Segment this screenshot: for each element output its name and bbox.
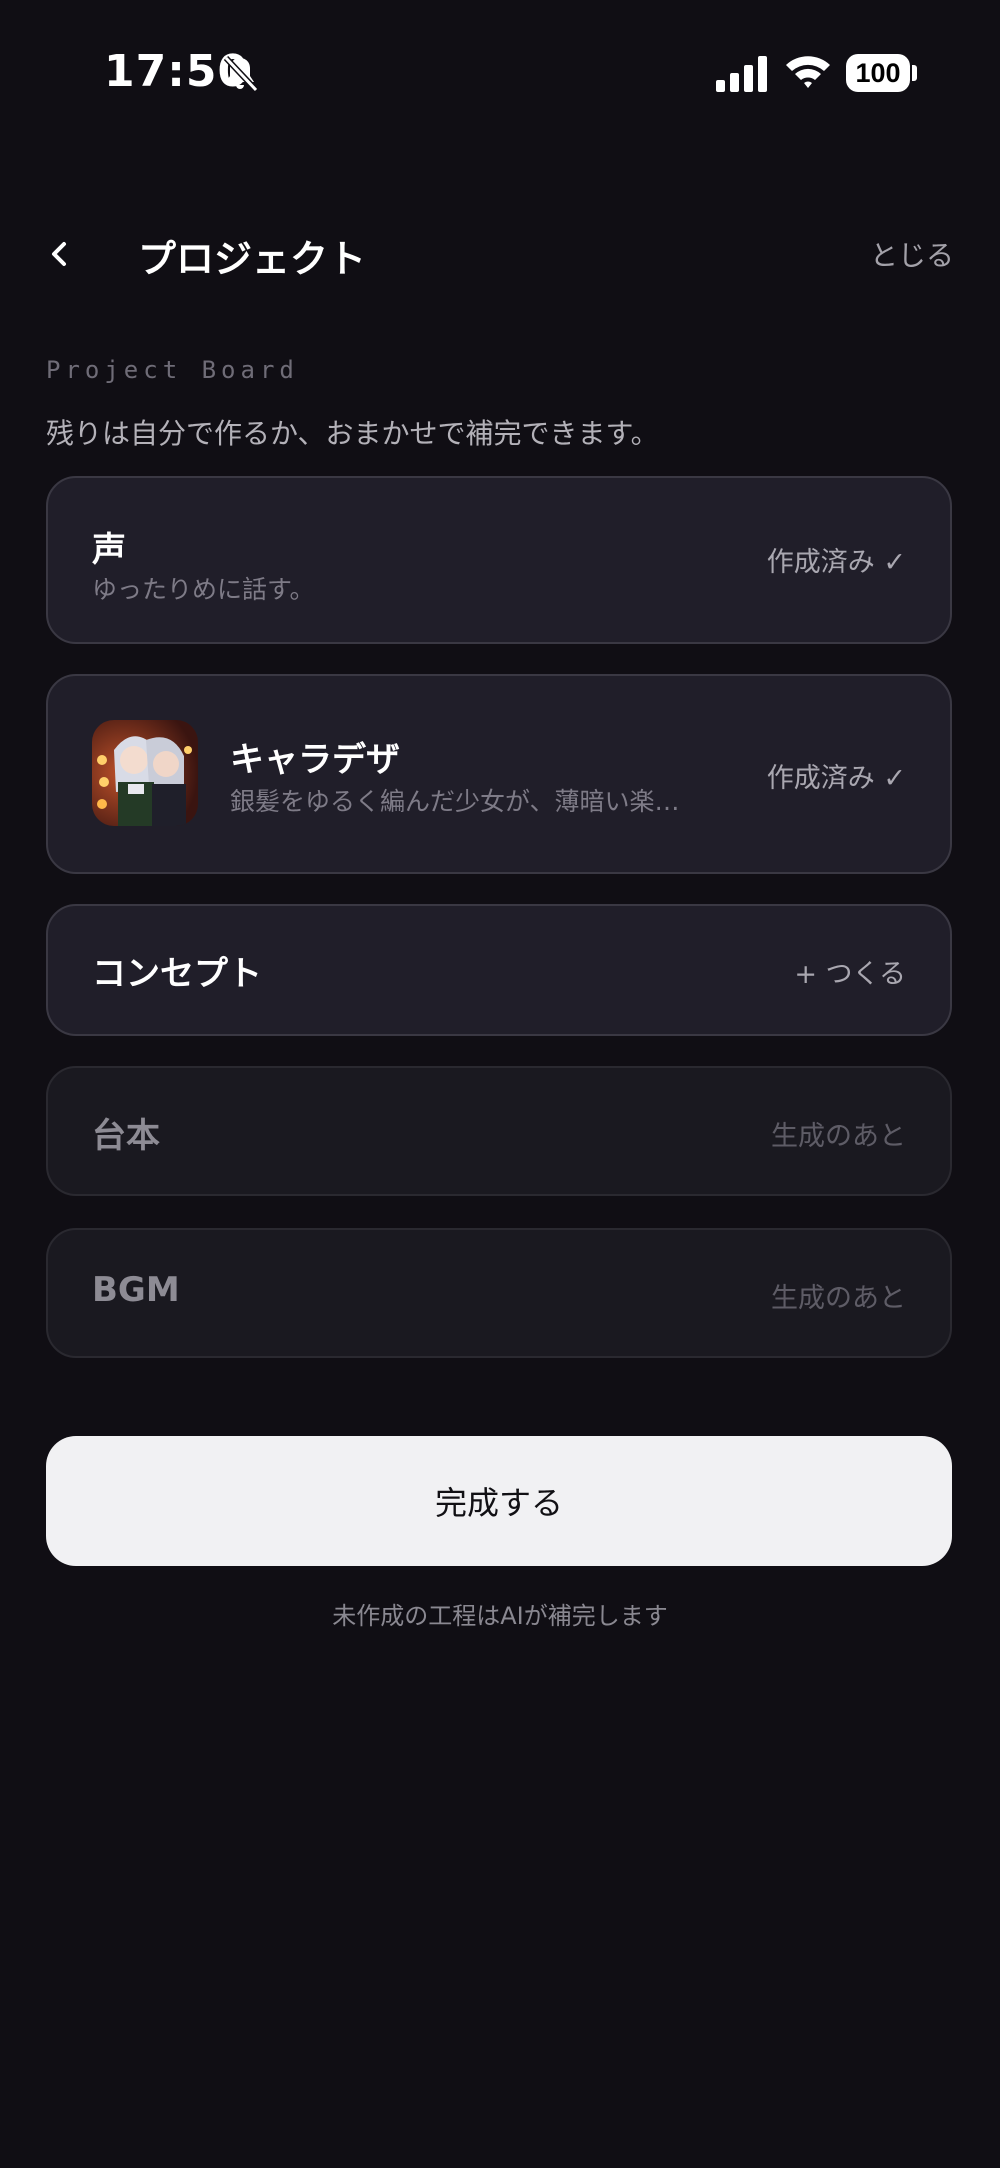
card-concept[interactable]: コンセプト + つくる <box>46 904 952 1036</box>
section-label: Project Board <box>46 356 299 384</box>
wifi-icon <box>786 56 830 88</box>
status-bar: 17:50 100 <box>0 0 1000 150</box>
card-subtitle: ゆったりめに話す。 <box>92 575 315 604</box>
card-title: BGM <box>92 1270 180 1310</box>
card-character-design[interactable]: キャラデザ 銀髪をゆるく編んだ少女が、薄暗い楽… 作成済み ✓ <box>46 674 952 874</box>
page-title: プロジェクト <box>138 237 367 281</box>
close-button[interactable]: とじる <box>870 234 954 274</box>
card-script: 台本 生成のあと <box>46 1066 952 1196</box>
signal-icon <box>716 56 767 92</box>
card-title: 台本 <box>92 1116 160 1156</box>
complete-button[interactable]: 完成する <box>46 1436 952 1566</box>
create-button[interactable]: + つくる <box>794 952 906 991</box>
footnote: 未作成の工程はAIが補完します <box>332 1602 668 1630</box>
battery-tip <box>912 65 917 81</box>
card-status: 生成のあと <box>771 1121 906 1152</box>
card-bgm: BGM 生成のあと <box>46 1228 952 1358</box>
card-status: 作成済み ✓ <box>766 763 906 794</box>
card-title: キャラデザ <box>230 740 400 780</box>
screen: 17:50 100 プロジェクト とじる Project Board 残りは自分… <box>0 0 1000 2168</box>
bell-slash-icon <box>223 55 259 93</box>
card-title: コンセプト <box>92 954 262 994</box>
card-subtitle: 銀髪をゆるく編んだ少女が、薄暗い楽… <box>230 787 680 816</box>
section-description: 残りは自分で作るか、おまかせで補完できます。 <box>46 417 659 450</box>
battery-icon: 100 <box>846 54 910 92</box>
chevron-left-icon[interactable] <box>40 234 80 274</box>
character-thumbnail <box>92 720 198 826</box>
card-status: 作成済み ✓ <box>766 547 906 578</box>
card-status: 生成のあと <box>771 1283 906 1314</box>
card-voice[interactable]: 声 ゆったりめに話す。 作成済み ✓ <box>46 476 952 644</box>
card-title: 声 <box>92 530 126 570</box>
